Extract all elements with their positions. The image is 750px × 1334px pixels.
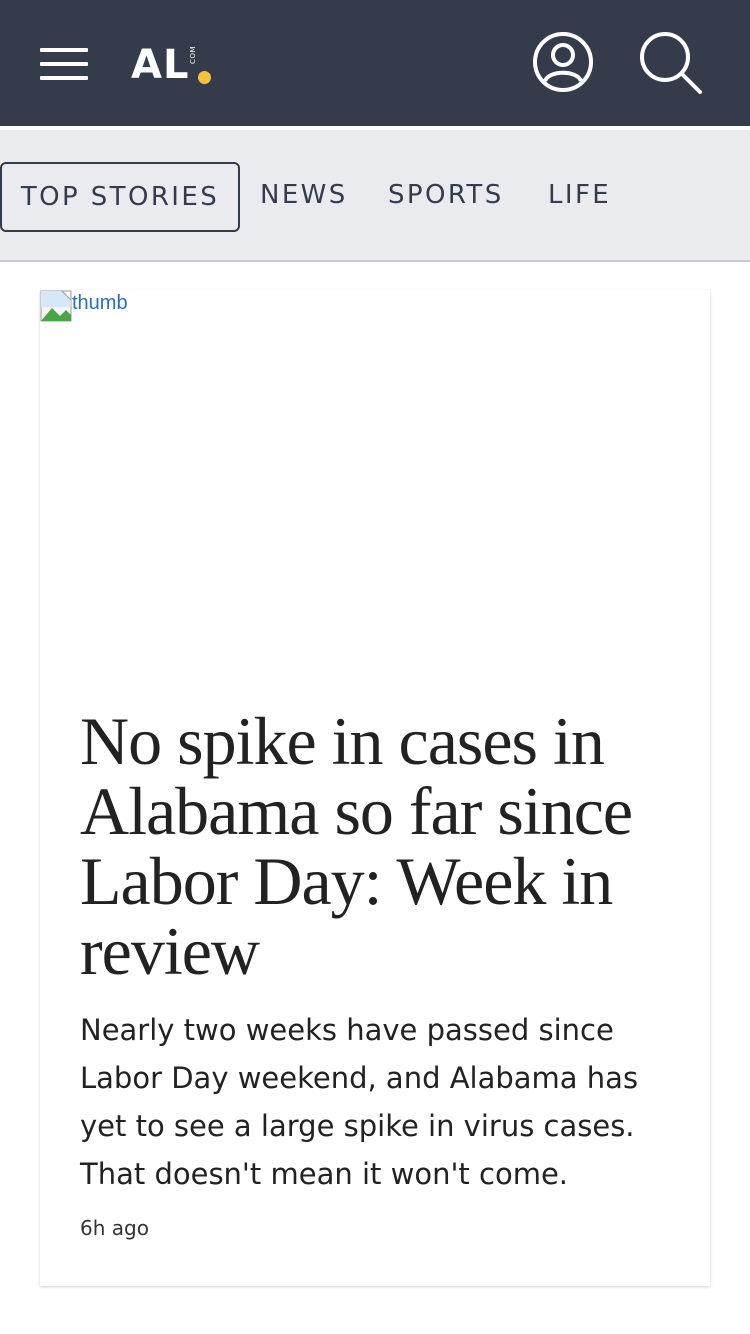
logo-com-text: COM	[189, 46, 197, 64]
article-summary: Nearly two weeks have passed since Labor…	[80, 1013, 639, 1191]
article-card[interactable]: thumb No spike in cases in Alabama so fa…	[40, 290, 710, 1286]
tab-life[interactable]: LIFE	[548, 162, 611, 228]
section-tabs: TOP STORIES NEWS SPORTS LIFE	[0, 130, 750, 262]
article-thumbnail[interactable]: thumb	[40, 290, 710, 670]
logo-text: AL	[131, 42, 190, 88]
hamburger-menu-icon[interactable]	[40, 48, 88, 80]
search-icon[interactable]	[638, 30, 704, 96]
tab-top-stories[interactable]: TOP STORIES	[0, 162, 240, 232]
thumbnail-alt-text: thumb	[72, 292, 128, 314]
site-header: AL COM	[0, 0, 750, 126]
broken-image-icon	[40, 290, 72, 322]
article-timestamp: 6h ago	[80, 1216, 149, 1240]
logo-dot	[198, 71, 211, 84]
site-logo[interactable]: AL COM	[131, 40, 221, 90]
tab-news[interactable]: NEWS	[260, 162, 348, 228]
article-headline[interactable]: No spike in cases in Alabama so far sinc…	[80, 706, 690, 986]
user-account-icon[interactable]	[531, 30, 595, 94]
tab-sports[interactable]: SPORTS	[388, 162, 504, 228]
